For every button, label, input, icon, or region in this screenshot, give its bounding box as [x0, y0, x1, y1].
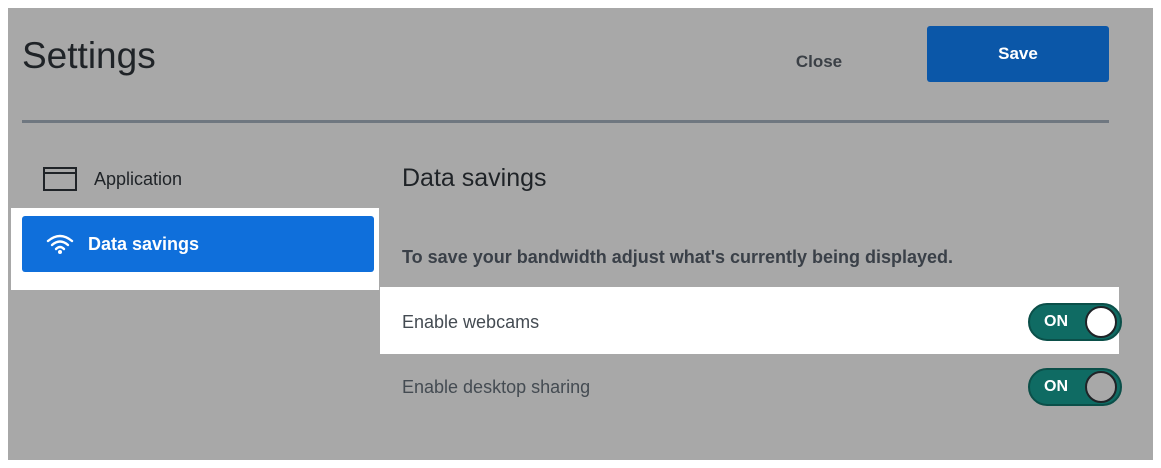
setting-label: Enable desktop sharing [402, 376, 591, 397]
sidebar-item-data-savings-highlight: Data savings [11, 208, 379, 290]
screen-frame: Settings Close Save Application Data sav… [0, 0, 1161, 468]
sidebar-item-label: Application [94, 168, 183, 189]
toggle-state: ON [1044, 313, 1068, 330]
section-title: Data savings [402, 164, 547, 192]
toggle-knob [1085, 306, 1117, 338]
sidebar-item-label: Data savings [88, 233, 200, 254]
section-description: To save your bandwidth adjust what's cur… [402, 247, 954, 267]
page-title: Settings [22, 35, 156, 76]
setting-row-desktop-sharing: Enable desktop sharing ON [402, 368, 1122, 406]
application-window-icon [42, 166, 80, 192]
desktop-sharing-toggle[interactable]: ON [1028, 368, 1122, 406]
close-button[interactable]: Close [774, 34, 864, 90]
setting-label: Enable webcams [402, 311, 540, 332]
toggle-state: ON [1044, 378, 1068, 395]
toggle-knob [1085, 371, 1117, 403]
save-button[interactable]: Save [927, 26, 1109, 82]
wifi-icon [46, 233, 74, 255]
sidebar-item-application[interactable]: Application [42, 151, 182, 207]
settings-modal: Settings Close Save Application Data sav… [8, 8, 1153, 460]
header-divider [22, 120, 1109, 123]
setting-row-webcams: Enable webcams ON [402, 303, 1122, 341]
webcams-toggle[interactable]: ON [1028, 303, 1122, 341]
sidebar-item-data-savings[interactable]: Data savings [22, 216, 374, 272]
